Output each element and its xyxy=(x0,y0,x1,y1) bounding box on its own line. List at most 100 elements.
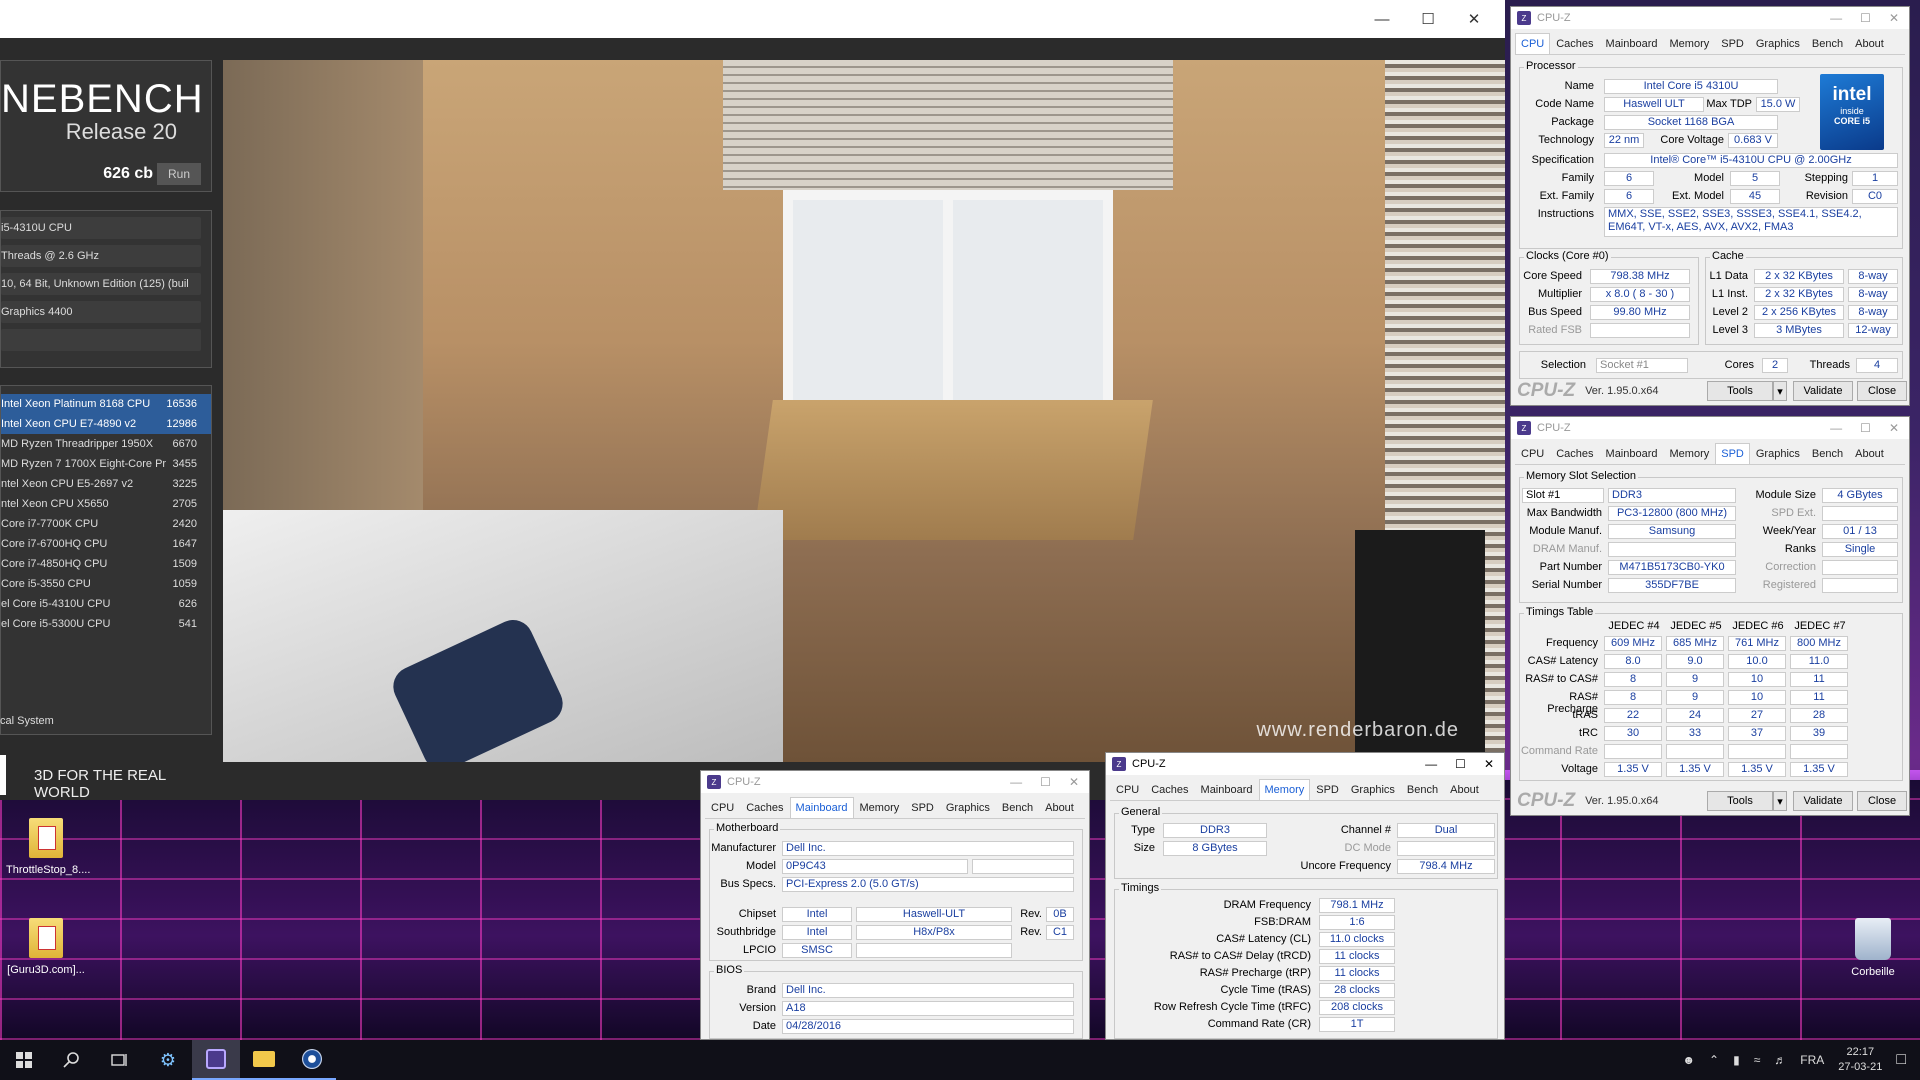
maxbandwidth-label: Max Bandwidth xyxy=(1526,507,1602,519)
tab-about[interactable]: About xyxy=(1849,443,1890,464)
close-button[interactable]: ✕ xyxy=(1889,421,1899,435)
ranking-row[interactable]: Core i7-6700HQ CPU 1647 xyxy=(1,534,211,554)
tab-memory[interactable]: Memory xyxy=(1664,33,1716,54)
tab-memory[interactable]: Memory xyxy=(854,797,906,818)
tab-cpu[interactable]: CPU xyxy=(1110,779,1145,800)
volume-icon[interactable]: ♬ xyxy=(1774,1053,1786,1067)
tab-bench[interactable]: Bench xyxy=(996,797,1039,818)
tab-caches[interactable]: Caches xyxy=(1550,443,1599,464)
weekyear-value: 01 / 13 xyxy=(1822,524,1898,539)
desktop-icon-throttlestop[interactable]: ThrottleStop_8.... xyxy=(6,818,90,876)
tab-graphics[interactable]: Graphics xyxy=(1750,443,1806,464)
tab-bench[interactable]: Bench xyxy=(1806,443,1849,464)
technology-value: 22 nm xyxy=(1604,133,1644,148)
tab-mainboard[interactable]: Mainboard xyxy=(789,797,854,818)
tab-mainboard[interactable]: Mainboard xyxy=(1195,779,1259,800)
notification-icon[interactable]: □ xyxy=(1896,1051,1906,1069)
minimize-button[interactable]: — xyxy=(1830,11,1842,25)
tab-caches[interactable]: Caches xyxy=(1550,33,1599,54)
chipset-name-value: Haswell-ULT xyxy=(856,907,1012,922)
slot-select[interactable]: Slot #1 xyxy=(1522,488,1604,503)
ranking-row[interactable]: MD Ryzen Threadripper 1950X 6670 xyxy=(1,434,211,454)
start-button[interactable] xyxy=(0,1040,48,1080)
tab-memory[interactable]: Memory xyxy=(1258,779,1311,800)
desktop-icon-guru3d[interactable]: [Guru3D.com]... xyxy=(6,918,86,976)
ranking-row[interactable]: el Core i5-5300U CPU 541 xyxy=(1,614,211,634)
task-view-button[interactable] xyxy=(96,1040,144,1080)
tab-graphics[interactable]: Graphics xyxy=(1345,779,1401,800)
tab-spd[interactable]: SPD xyxy=(1715,443,1750,464)
taskbar-app-explorer[interactable] xyxy=(240,1040,288,1080)
intel-core-text: CORE i5 xyxy=(1833,116,1870,126)
tools-button[interactable]: Tools xyxy=(1707,791,1773,811)
clock[interactable]: 22:17 27-03-21 xyxy=(1838,1045,1882,1075)
tab-spd[interactable]: SPD xyxy=(1310,779,1345,800)
cinebench-logo-text: NEBENCH xyxy=(1,77,204,121)
close-dialog-button[interactable]: Close xyxy=(1857,381,1907,401)
desktop-icon-recycle-bin[interactable]: Corbeille xyxy=(1838,918,1908,978)
ranking-row[interactable]: MD Ryzen 7 1700X Eight-Core Pr 3455 xyxy=(1,454,211,474)
tab-caches[interactable]: Caches xyxy=(1145,779,1194,800)
close-button[interactable]: ✕ xyxy=(1069,775,1079,789)
close-button[interactable]: ✕ xyxy=(1451,4,1497,34)
close-button[interactable]: ✕ xyxy=(1889,11,1899,25)
socket-select[interactable]: Socket #1 xyxy=(1596,358,1688,373)
ranking-row[interactable]: ntel Xeon CPU X5650 2705 xyxy=(1,494,211,514)
run-button[interactable]: Run xyxy=(157,163,201,185)
tab-spd[interactable]: SPD xyxy=(1715,33,1750,54)
tab-spd[interactable]: SPD xyxy=(905,797,940,818)
tools-dropdown-button[interactable]: ▾ xyxy=(1773,791,1787,811)
minimize-button[interactable]: — xyxy=(1830,421,1842,435)
ranking-row[interactable]: el Core i5-4310U CPU 626 xyxy=(1,594,211,614)
tab-bench[interactable]: Bench xyxy=(1401,779,1444,800)
minimize-button[interactable]: — xyxy=(1359,4,1405,34)
tab-mainboard[interactable]: Mainboard xyxy=(1600,33,1664,54)
partnumber-label: Part Number xyxy=(1539,561,1602,573)
language-indicator[interactable]: FRA xyxy=(1800,1053,1824,1067)
validate-button[interactable]: Validate xyxy=(1793,791,1853,811)
close-button[interactable]: ✕ xyxy=(1484,757,1494,771)
taskbar-app-cinebench[interactable] xyxy=(288,1040,336,1080)
ranking-row[interactable]: ntel Xeon CPU E5-2697 v2 3225 xyxy=(1,474,211,494)
tab-cpu[interactable]: CPU xyxy=(1515,33,1551,54)
tab-bench[interactable]: Bench xyxy=(1806,33,1849,54)
tab-graphics[interactable]: Graphics xyxy=(1750,33,1806,54)
ranking-row[interactable]: Intel Xeon CPU E7-4890 v2 12986 xyxy=(1,414,211,434)
battery-icon[interactable]: ▮ xyxy=(1733,1053,1740,1067)
people-icon[interactable]: ☻ xyxy=(1682,1053,1695,1067)
timing-cell: 10 xyxy=(1728,672,1786,687)
ranking-row[interactable]: Core i5-3550 CPU 1059 xyxy=(1,574,211,594)
search-button[interactable] xyxy=(48,1040,96,1080)
taskbar-app-cpuz[interactable] xyxy=(192,1040,240,1080)
tab-cpu[interactable]: CPU xyxy=(1515,443,1550,464)
tab-caches[interactable]: Caches xyxy=(740,797,789,818)
tab-memory[interactable]: Memory xyxy=(1664,443,1716,464)
maximize-button[interactable]: ☐ xyxy=(1040,775,1051,789)
registered-label: Registered xyxy=(1762,579,1816,591)
tab-mainboard[interactable]: Mainboard xyxy=(1600,443,1664,464)
wifi-icon[interactable]: ≈ xyxy=(1754,1053,1761,1067)
validate-button[interactable]: Validate xyxy=(1793,381,1853,401)
chevron-up-icon[interactable]: ⌃ xyxy=(1709,1053,1719,1067)
tab-about[interactable]: About xyxy=(1444,779,1485,800)
maximize-button[interactable]: ☐ xyxy=(1455,757,1466,771)
taskbar-app-throttlestop[interactable]: ⚙ xyxy=(144,1040,192,1080)
tools-dropdown-button[interactable]: ▾ xyxy=(1773,381,1787,401)
l1inst-label: L1 Inst. xyxy=(1711,288,1748,300)
ranking-row[interactable]: Core i7-4850HQ CPU 1509 xyxy=(1,554,211,574)
maximize-button[interactable]: ☐ xyxy=(1860,421,1871,435)
tab-about[interactable]: About xyxy=(1039,797,1080,818)
l1inst-ways: 8-way xyxy=(1848,287,1898,302)
maximize-button[interactable]: ☐ xyxy=(1405,4,1451,34)
tools-button[interactable]: Tools xyxy=(1707,381,1773,401)
drammanuf-value xyxy=(1608,542,1736,557)
minimize-button[interactable]: — xyxy=(1425,757,1437,771)
minimize-button[interactable]: — xyxy=(1010,775,1022,789)
tab-cpu[interactable]: CPU xyxy=(705,797,740,818)
tab-graphics[interactable]: Graphics xyxy=(940,797,996,818)
tab-about[interactable]: About xyxy=(1849,33,1890,54)
close-dialog-button[interactable]: Close xyxy=(1857,791,1907,811)
ranking-row[interactable]: Core i7-7700K CPU 2420 xyxy=(1,514,211,534)
ranking-row[interactable]: Intel Xeon Platinum 8168 CPU 16536 xyxy=(1,394,211,414)
maximize-button[interactable]: ☐ xyxy=(1860,11,1871,25)
